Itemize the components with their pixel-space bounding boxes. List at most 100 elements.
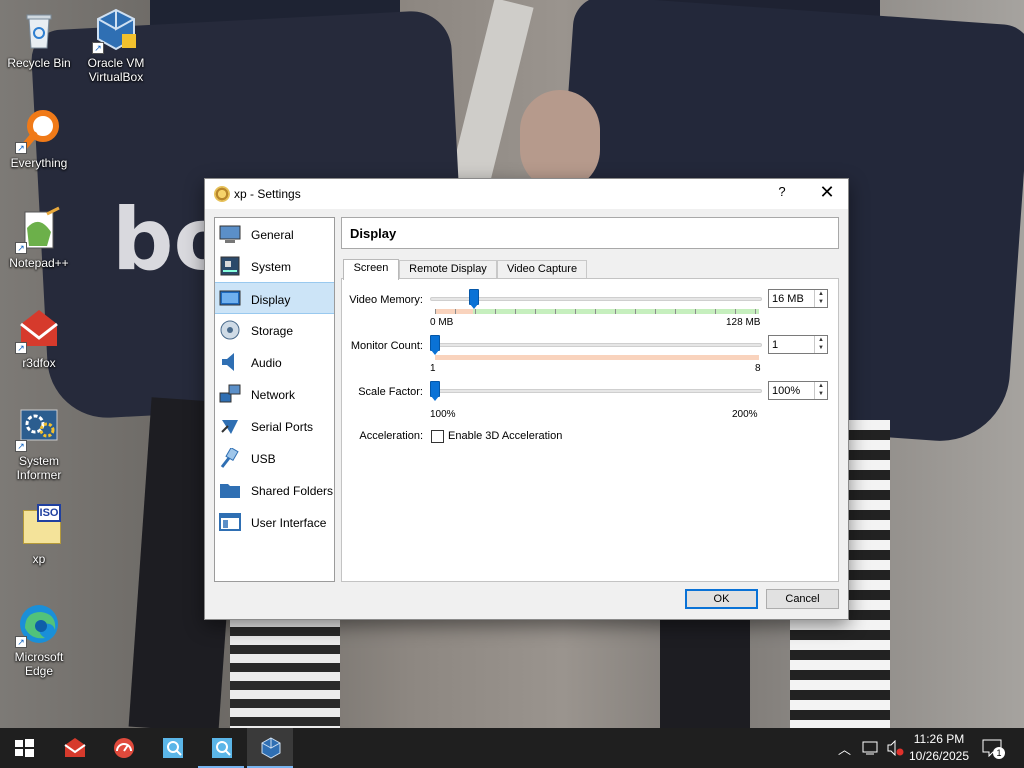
monitor-count-value: 1 [772, 339, 779, 351]
tray-overflow-chevron-icon[interactable]: ︿ [838, 739, 851, 758]
spin-up-icon[interactable]: ▲ [815, 336, 827, 344]
monitor-count-spinbox[interactable]: 1 ▲ ▼ [768, 335, 828, 354]
sidebar-item-label: General [251, 228, 294, 242]
video-memory-track [430, 297, 762, 301]
volume-muted-icon[interactable] [886, 740, 904, 756]
video-memory-value: 16 MB [772, 293, 804, 305]
r3dfox-icon [64, 738, 86, 757]
sidebar-item-label: Storage [251, 324, 294, 338]
desktop-icon-xp-iso[interactable]: ISO xp [1, 502, 77, 566]
scale-factor-spinbox[interactable]: 100% ▲ ▼ [768, 381, 828, 400]
spin-down-icon[interactable]: ▼ [815, 298, 827, 306]
sidebar-item-user-interface[interactable]: User Interface [215, 506, 334, 538]
system-informer-icon: ↗ [15, 404, 63, 452]
sidebar-item-general[interactable]: General [215, 218, 334, 250]
monitor-count-slider-thumb[interactable] [430, 335, 440, 355]
sidebar-item-storage[interactable]: Storage [215, 314, 334, 346]
virtualbox-icon: ↗ [92, 6, 140, 54]
sidebar-item-label: Shared Folders [251, 484, 334, 498]
video-memory-spinbox[interactable]: 16 MB ▲ ▼ [768, 289, 828, 308]
network-icon [219, 384, 241, 403]
notification-center-icon[interactable]: 1 [982, 739, 1005, 760]
everything-search-icon: ↗ [15, 106, 63, 154]
desktop-icon-label: xp [32, 552, 46, 566]
sidebar-item-audio[interactable]: Audio [215, 346, 334, 378]
video-memory-max-label: 128 MB [726, 317, 761, 328]
everything-search-icon [163, 738, 183, 758]
desktop-icon-virtualbox[interactable]: ↗ Oracle VM VirtualBox [78, 6, 154, 84]
cancel-button[interactable]: Cancel [766, 589, 839, 609]
sidebar-item-serial-ports[interactable]: Serial Ports [215, 410, 334, 442]
taskbar-everything-1[interactable] [149, 728, 195, 768]
spin-up-icon[interactable]: ▲ [815, 290, 827, 298]
desktop-icon-label: r3dfox [22, 356, 56, 370]
sidebar-item-usb[interactable]: USB [215, 442, 334, 474]
sidebar-item-label: System [251, 260, 292, 274]
monitor-count-track [430, 343, 762, 347]
sidebar-item-label: User Interface [251, 516, 327, 530]
screen-tab-panel: Video Memory: 0 MB 128 MB 16 MB ▲ ▼ Monit… [341, 278, 839, 582]
scale-factor-slider-thumb[interactable] [430, 381, 440, 401]
desktop-icon-r3dfox[interactable]: ↗ r3dfox [1, 306, 77, 370]
scale-factor-max-label: 200% [732, 409, 758, 420]
edge-icon: ↗ [15, 600, 63, 648]
video-memory-slider-thumb[interactable] [469, 289, 480, 309]
virtualbox-icon [261, 737, 281, 759]
display-icon [219, 290, 241, 306]
settings-sidebar: General System Display Storage Audio Net… [214, 217, 335, 582]
enable-3d-acceleration-label[interactable]: Enable 3D Acceleration [448, 430, 562, 442]
start-button[interactable] [0, 728, 46, 768]
network-status-icon[interactable] [862, 740, 880, 756]
dialog-title: xp - Settings [234, 187, 301, 201]
sidebar-item-display[interactable]: Display [215, 282, 334, 314]
desktop-icon-notepadpp[interactable]: ↗ Notepad++ [1, 206, 77, 270]
taskbar-r3dfox[interactable] [51, 728, 97, 768]
monitor-icon [219, 225, 241, 243]
sidebar-item-label: Serial Ports [251, 420, 314, 434]
section-header: Display [341, 217, 839, 249]
monitor-count-label: Monitor Count: [350, 340, 423, 352]
iso-file-icon: ISO [15, 502, 63, 550]
monitor-count-min-label: 1 [430, 363, 436, 374]
enable-3d-acceleration-checkbox[interactable] [431, 430, 444, 443]
spin-up-icon[interactable]: ▲ [815, 382, 827, 390]
clock-date: 10/26/2025 [908, 749, 970, 763]
taskbar-virtualbox[interactable] [247, 728, 293, 768]
acceleration-label: Acceleration: [359, 430, 423, 442]
spin-down-icon[interactable]: ▼ [815, 390, 827, 398]
desktop-icon-label: Microsoft Edge [14, 650, 64, 678]
sidebar-item-shared-folders[interactable]: Shared Folders [215, 474, 334, 506]
section-title: Display [350, 226, 397, 241]
iso-badge: ISO [37, 504, 61, 522]
serial-port-icon [221, 420, 238, 434]
desktop-icon-system-informer[interactable]: ↗ System Informer [1, 404, 77, 482]
help-button[interactable]: ? [775, 184, 789, 199]
speed-gauge-icon [114, 738, 134, 758]
taskbar-everything-2[interactable] [198, 728, 244, 768]
spin-down-icon[interactable]: ▼ [815, 344, 827, 352]
desktop-icon-label: Notepad++ [9, 256, 69, 270]
scale-factor-value: 100% [772, 385, 801, 397]
sidebar-item-system[interactable]: System [215, 250, 334, 282]
motherboard-icon [220, 256, 240, 276]
close-button[interactable]: ✕ [815, 182, 839, 203]
windows-start-icon [15, 739, 34, 757]
tab-remote-display[interactable]: Remote Display [399, 260, 497, 279]
sidebar-item-label: USB [251, 452, 276, 466]
dialog-titlebar[interactable]: xp - Settings ? ✕ [205, 179, 848, 209]
ok-button[interactable]: OK [685, 589, 758, 609]
desktop-icon-recycle-bin[interactable]: Recycle Bin [1, 6, 77, 70]
desktop-icon-label: Oracle VM VirtualBox [87, 56, 145, 84]
sidebar-item-label: Audio [251, 356, 282, 370]
r3dfox-icon: ↗ [15, 306, 63, 354]
tab-video-capture[interactable]: Video Capture [497, 260, 587, 279]
taskbar-speed-gauge[interactable] [100, 728, 146, 768]
video-memory-min-label: 0 MB [430, 317, 454, 328]
folder-icon [220, 484, 240, 498]
desktop-icon-everything[interactable]: ↗ Everything [1, 106, 77, 170]
tab-screen[interactable]: Screen [343, 259, 399, 280]
scale-factor-label: Scale Factor: [358, 386, 423, 398]
sidebar-item-network[interactable]: Network [215, 378, 334, 410]
desktop-icon-edge[interactable]: ↗ Microsoft Edge [1, 600, 77, 678]
clock[interactable]: 11:26 PM 10/26/2025 [908, 732, 970, 763]
